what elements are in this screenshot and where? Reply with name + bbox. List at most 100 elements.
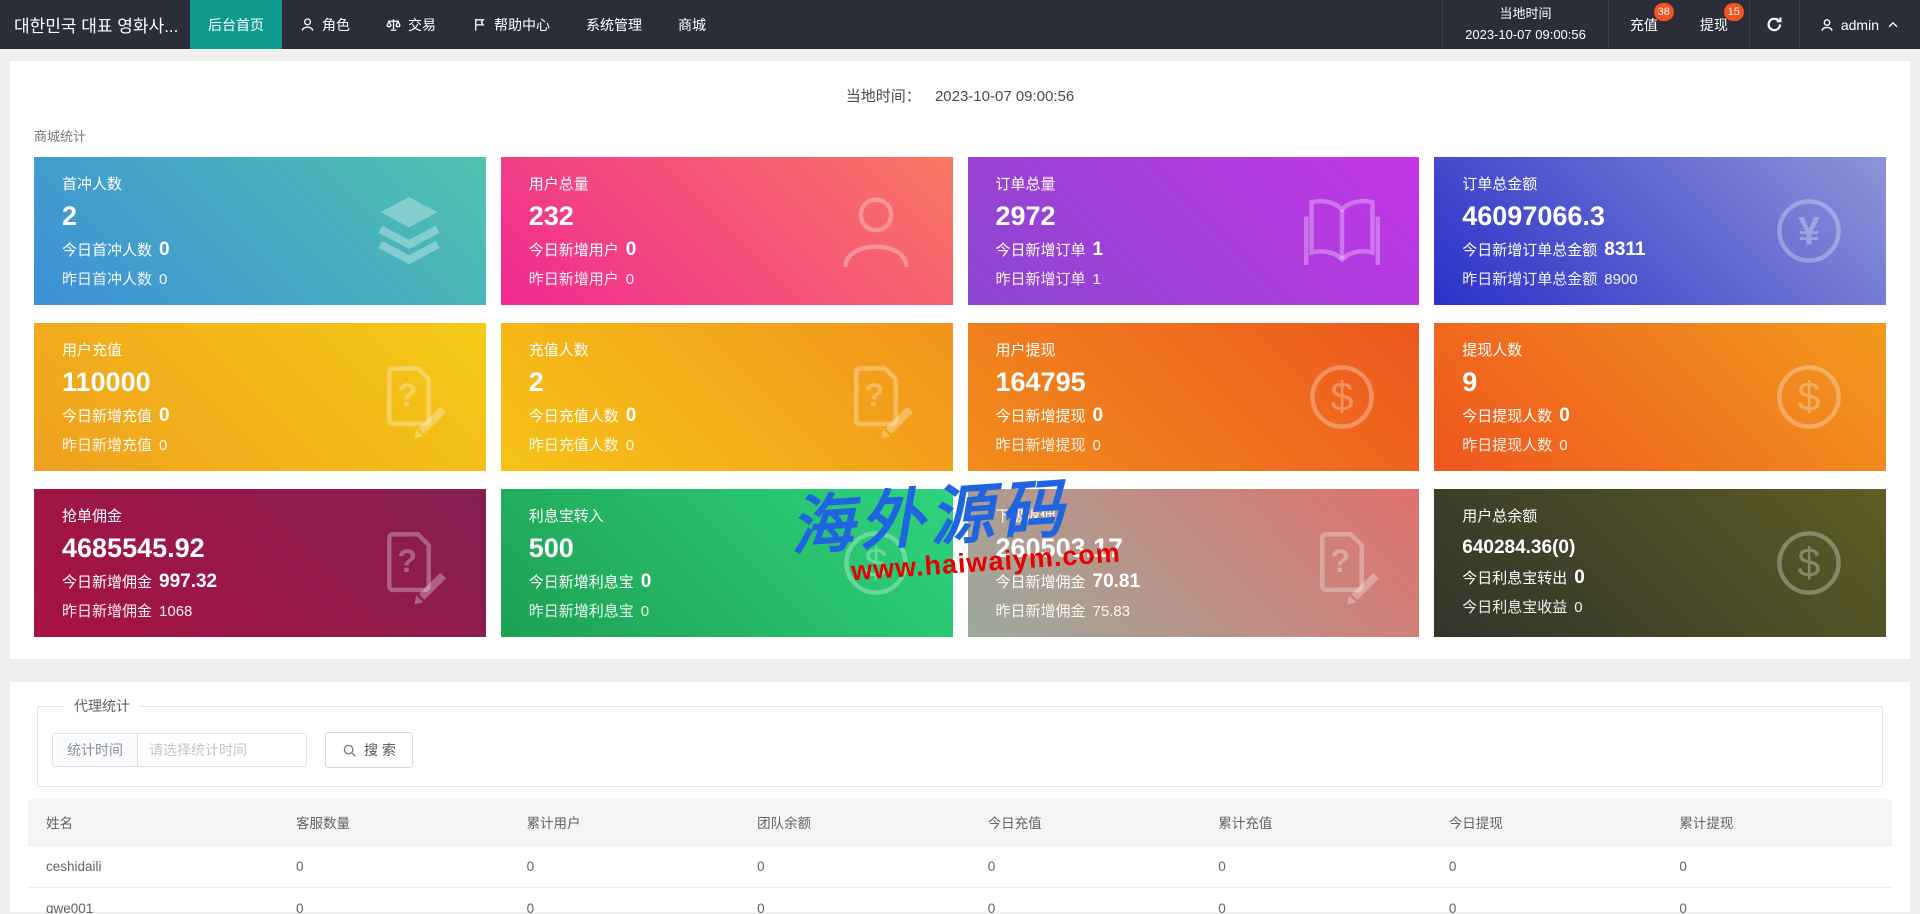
column-header: 累计用户	[508, 799, 740, 846]
refresh-button[interactable]	[1748, 0, 1799, 49]
stat-line-label: 昨日提现人数	[1462, 437, 1553, 454]
stat-line-label: 今日利息宝收益	[1462, 599, 1568, 616]
stats-grid: 首冲人数 2 今日首冲人数 0 昨日首冲人数 0 用户总量 232 今日新增用户 0 …	[34, 157, 1886, 637]
stat-line-label: 今日新增佣金	[995, 574, 1086, 591]
topbar: 대한민국 대표 영화사... 后台首页 角色 交易 帮助中心 系统管理 商城 当…	[0, 0, 1920, 49]
stat-line-label: 昨日新增佣金	[995, 603, 1086, 620]
menu-item-system[interactable]: 系统管理	[568, 0, 660, 49]
table-cell: 0	[969, 845, 1201, 888]
menu-item-label: 交易	[408, 16, 436, 33]
agent-fieldset: 代理统计 统计时间 搜 索	[37, 696, 1883, 787]
flag-icon	[475, 18, 485, 31]
menu-item-dashboard[interactable]: 后台首页	[190, 0, 282, 49]
doc-question-icon	[1299, 520, 1385, 606]
scales-icon	[386, 19, 401, 31]
agent-filter-row: 统计时间 搜 索	[52, 732, 1882, 768]
table-cell: 0	[1661, 887, 1892, 914]
stat-line-label: 昨日充值人数	[528, 437, 619, 454]
table-cell: 0	[1430, 887, 1662, 914]
agent-panel: 代理统计 统计时间 搜 索 姓名客服数量累计用户团队余额今日充值累计充值今日提现…	[10, 682, 1910, 914]
local-time-block: 当地时间 2023-10-07 09:00:56	[1442, 0, 1609, 49]
recharge-button[interactable]: 充值 38	[1609, 0, 1679, 49]
stat-line-label: 今日新增订单	[995, 242, 1086, 259]
menu-item-label: 角色	[322, 16, 350, 33]
column-header: 团队余额	[739, 799, 970, 846]
stat-line-value: 0	[159, 405, 170, 426]
stat-line-value: 0	[1559, 405, 1570, 426]
time-filter-input[interactable]	[137, 733, 307, 767]
stat-card: 订单总金额 46097066.3 今日新增订单总金额 8311 昨日新增订单总金额…	[1434, 157, 1886, 305]
search-button[interactable]: 搜 索	[325, 732, 413, 768]
stat-line-value: 1	[1092, 239, 1104, 260]
table-cell: 0	[739, 887, 970, 914]
table-cell: 0	[969, 887, 1201, 914]
menu-item-roles[interactable]: 角色	[282, 0, 368, 49]
stat-line-label: 昨日首冲人数	[62, 271, 153, 288]
table-cell: ceshidaili	[28, 845, 278, 888]
menu-item-help-center[interactable]: 帮助中心	[454, 0, 568, 49]
yen-circle-icon	[1766, 188, 1852, 274]
stat-card: 提现人数 9 今日提现人数 0 昨日提现人数 0	[1434, 323, 1886, 471]
column-header: 今日提现	[1430, 799, 1662, 846]
agent-table: 姓名 客服数量 累计用户 团队余额 今日充值 累计充值 今日提现 累计提现 ceshidail…	[28, 799, 1892, 914]
menu-item-label: 系统管理	[586, 16, 642, 33]
stat-card: 首冲人数 2 今日首冲人数 0 昨日首冲人数 0	[34, 157, 486, 305]
agent-table-wrap: 姓名 客服数量 累计用户 团队余额 今日充值 累计充值 今日提现 累计提现 ceshidail…	[28, 799, 1892, 914]
stat-line-value: 1	[1092, 271, 1101, 288]
withdraw-label: 提现	[1699, 16, 1728, 33]
stats-panel: 当地时间： 2023-10-07 09:00:56 商城统计 首冲人数 2 今日…	[10, 61, 1910, 659]
table-cell: 0	[1661, 845, 1892, 888]
stat-line-value: 0	[1574, 599, 1583, 616]
agent-legend: 代理统计	[74, 698, 130, 714]
agent-table-header-row: 姓名 客服数量 累计用户 团队余额 今日充值 累计充值 今日提现 累计提现	[28, 799, 1892, 846]
stat-line-label: 今日提现人数	[1462, 408, 1553, 425]
refresh-icon	[1767, 17, 1782, 32]
table-cell: 0	[278, 845, 509, 888]
doc-question-icon	[366, 520, 452, 606]
table-cell: 0	[508, 845, 740, 888]
dollar-circle-icon	[1766, 520, 1852, 606]
dollar-circle-icon	[833, 520, 919, 606]
stat-line-value: 0	[640, 571, 652, 592]
table-cell: 0	[278, 887, 509, 914]
stat-line-label: 昨日新增订单总金额	[1462, 271, 1598, 288]
stat-line-value: 0	[1092, 405, 1104, 426]
stat-line-label: 今日新增佣金	[62, 574, 153, 591]
stat-line-label: 今日首冲人数	[62, 242, 153, 259]
stat-line-label: 今日利息宝转出	[1462, 570, 1568, 587]
menu-item-label: 帮助中心	[494, 16, 550, 33]
menu-item-mall[interactable]: 商城	[660, 0, 724, 49]
stat-line-label: 昨日新增利息宝	[528, 603, 634, 620]
brand-title[interactable]: 대한민국 대표 영화사...	[0, 0, 190, 49]
stat-line-value: 8900	[1604, 271, 1638, 288]
stat-line-label: 今日新增订单总金额	[1462, 242, 1598, 259]
user-icon	[833, 188, 919, 274]
column-header: 累计充值	[1200, 799, 1431, 846]
stat-line-value: 997.32	[159, 571, 218, 592]
table-row: qwe001 0 0 0 0 0 0 0	[28, 887, 1892, 914]
username: admin	[1840, 16, 1879, 33]
menu-item-trade[interactable]: 交易	[368, 0, 454, 49]
column-header: 客服数量	[278, 799, 509, 846]
layers-icon	[366, 188, 452, 274]
column-header: 今日充值	[969, 799, 1201, 846]
stat-line-label: 昨日新增充值	[62, 437, 153, 454]
table-cell: 0	[739, 845, 970, 888]
stat-line-value: 0	[625, 405, 637, 426]
table-cell: 0	[1200, 845, 1431, 888]
search-icon	[343, 744, 356, 757]
doc-question-icon	[833, 354, 919, 440]
stat-line-label: 昨日新增佣金	[62, 603, 153, 620]
stat-line-value: 0	[625, 437, 635, 454]
user-menu[interactable]: admin	[1798, 0, 1920, 49]
stat-line-value: 70.81	[1092, 571, 1141, 592]
withdraw-button[interactable]: 提现 15	[1679, 0, 1749, 49]
chevron-up-icon	[1888, 21, 1898, 27]
stat-line-value: 1068	[159, 603, 193, 620]
table-row: ceshidaili 0 0 0 0 0 0 0	[28, 845, 1892, 888]
stat-card: 充值人数 2 今日充值人数 0 昨日充值人数 0	[500, 323, 953, 471]
column-header: 姓名	[28, 799, 278, 846]
local-time-label: 当地时间	[1499, 6, 1552, 22]
time-filter-label: 统计时间	[52, 733, 137, 767]
stat-card: 抢单佣金 4685545.92 今日新增佣金 997.32 昨日新增佣金 1068	[34, 489, 486, 637]
